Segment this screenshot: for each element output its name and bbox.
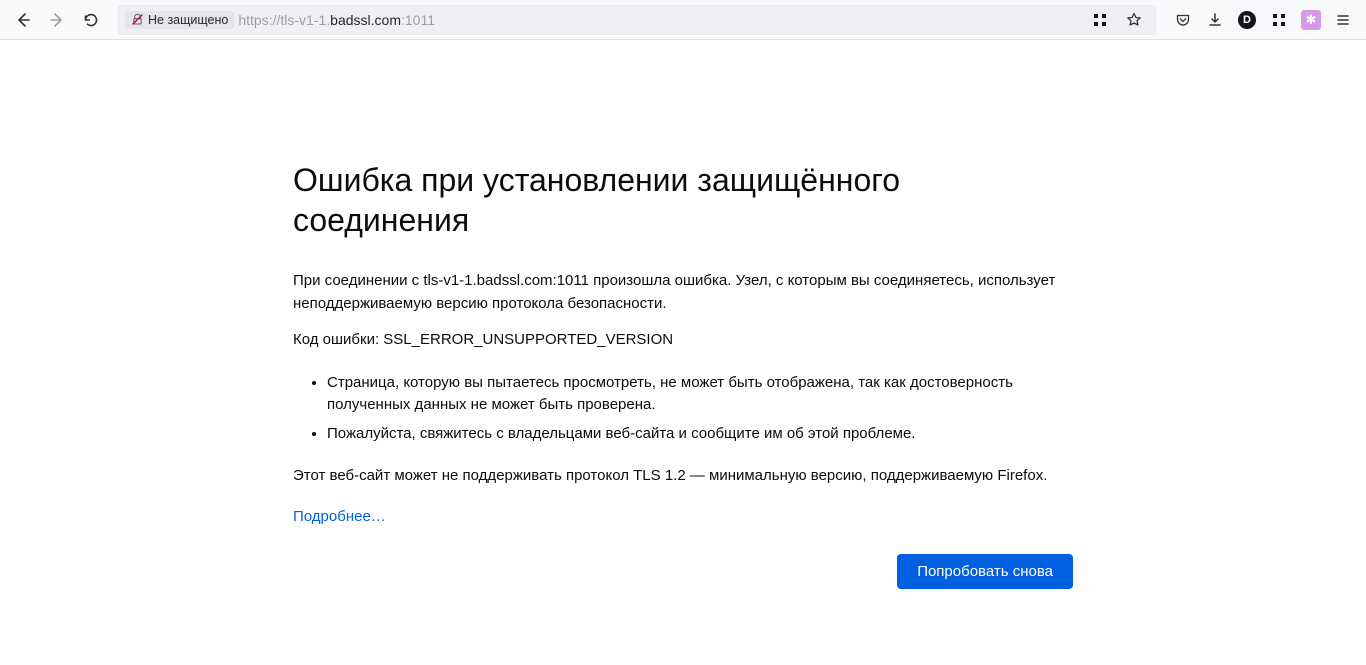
arrow-left-icon	[15, 12, 31, 28]
account-button[interactable]: D	[1232, 5, 1262, 35]
qr-scan-button[interactable]	[1085, 5, 1115, 35]
bookmark-button[interactable]	[1119, 5, 1149, 35]
security-label: Не защищено	[148, 13, 228, 27]
error-code: Код ошибки: SSL_ERROR_UNSUPPORTED_VERSIO…	[293, 329, 1073, 352]
error-title: Ошибка при установлении защищённого соед…	[293, 160, 1073, 240]
learn-more-link[interactable]: Подробнее…	[293, 508, 386, 525]
retry-button[interactable]: Попробовать снова	[897, 554, 1073, 589]
list-item: Пожалуйста, свяжитесь с владельцами веб-…	[327, 423, 1073, 446]
star-icon	[1126, 12, 1142, 28]
back-button[interactable]	[8, 5, 38, 35]
url-suffix: :1011	[401, 12, 435, 28]
hamburger-icon	[1335, 12, 1351, 28]
app-menu-button[interactable]	[1328, 5, 1358, 35]
account-avatar-icon: D	[1238, 11, 1256, 29]
list-item: Страница, которую вы пытаетесь просмотре…	[327, 372, 1073, 417]
url-prefix: https://tls-v1-1.	[238, 12, 330, 28]
security-indicator[interactable]: Не защищено	[125, 11, 234, 29]
tls-note: Этот веб-сайт может не поддерживать прот…	[293, 465, 1073, 488]
url-host: badssl.com	[330, 12, 401, 28]
qr-icon	[1092, 12, 1108, 28]
error-description: При соединении с tls-v1-1.badssl.com:101…	[293, 270, 1073, 315]
url-bar[interactable]: Не защищено https://tls-v1-1.badssl.com:…	[118, 5, 1156, 35]
lock-warning-icon	[131, 13, 144, 26]
pocket-icon	[1175, 12, 1191, 28]
pocket-button[interactable]	[1168, 5, 1198, 35]
extensions-grid-button[interactable]	[1264, 5, 1294, 35]
download-icon	[1207, 12, 1223, 28]
urlbar-actions	[1085, 5, 1149, 35]
reload-button[interactable]	[76, 5, 106, 35]
downloads-button[interactable]	[1200, 5, 1230, 35]
grid-icon	[1271, 12, 1287, 28]
extension-snowflake[interactable]: ✱	[1296, 5, 1326, 35]
error-body: При соединении с tls-v1-1.badssl.com:101…	[293, 270, 1073, 589]
error-advice-list: Страница, которую вы пытаетесь просмотре…	[327, 372, 1073, 446]
arrow-right-icon	[49, 12, 65, 28]
retry-row: Попробовать снова	[293, 554, 1073, 589]
error-page: Ошибка при установлении защищённого соед…	[293, 40, 1073, 589]
browser-toolbar: Не защищено https://tls-v1-1.badssl.com:…	[0, 0, 1366, 40]
reload-icon	[83, 12, 99, 28]
toolbar-actions: D ✱	[1168, 5, 1358, 35]
url-text: https://tls-v1-1.badssl.com:1011	[238, 12, 435, 28]
snowflake-icon: ✱	[1301, 10, 1321, 30]
forward-button[interactable]	[42, 5, 72, 35]
